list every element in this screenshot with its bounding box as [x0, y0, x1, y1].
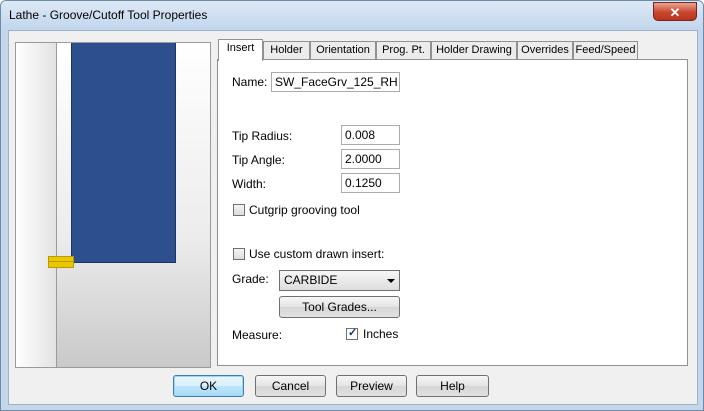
tab-label: Insert	[226, 42, 255, 54]
tip-radius-label: Tip Radius:	[232, 129, 293, 143]
cutgrip-checkbox[interactable]	[233, 204, 245, 216]
dialog-client-area: Insert Holder Orientation Prog. Pt. Hold…	[8, 30, 698, 405]
tab-prog-pt[interactable]: Prog. Pt.	[376, 41, 431, 59]
title-bar[interactable]: Lathe - Groove/Cutoff Tool Properties ✕	[1, 1, 703, 29]
cancel-button[interactable]: Cancel	[255, 375, 326, 397]
inches-label: Inches	[363, 327, 399, 341]
tab-label: Overrides	[521, 44, 569, 56]
tab-label: Holder	[270, 44, 303, 56]
tab-label: Orientation	[316, 44, 370, 56]
tip-angle-field[interactable]: 2.0000	[341, 149, 400, 169]
width-field[interactable]: 0.1250	[341, 173, 400, 193]
close-button[interactable]: ✕	[653, 2, 697, 21]
custom-insert-label: Use custom drawn insert:	[249, 247, 385, 261]
chevron-down-icon	[387, 279, 395, 283]
close-icon: ✕	[669, 5, 681, 20]
grade-label: Grade:	[232, 272, 269, 286]
grade-value: CARBIDE	[284, 273, 338, 287]
name-field[interactable]: SW_FaceGrv_125_RH	[271, 72, 400, 92]
tool-preview-pane	[15, 42, 211, 368]
help-button[interactable]: Help	[416, 375, 489, 397]
window-title: Lathe - Groove/Cutoff Tool Properties	[9, 8, 208, 22]
tool-holder-graphic	[71, 43, 176, 263]
custom-insert-checkbox[interactable]	[233, 248, 245, 260]
tab-label: Feed/Speed	[575, 44, 636, 56]
insert-tip-graphic	[48, 256, 74, 268]
tab-feed-speed[interactable]: Feed/Speed	[573, 41, 638, 59]
inches-checkbox[interactable]	[346, 326, 358, 340]
measure-label: Measure:	[232, 328, 283, 342]
preview-button[interactable]: Preview	[336, 375, 407, 397]
tab-holder-drawing[interactable]: Holder Drawing	[431, 41, 517, 59]
preview-stock-strip	[16, 43, 57, 367]
dialog-window: Lathe - Groove/Cutoff Tool Properties ✕ …	[0, 0, 704, 411]
insert-tab-panel: Name: SW_FaceGrv_125_RH Tip Radius: 0.00…	[217, 59, 688, 366]
name-label: Name:	[232, 75, 268, 89]
tab-orientation[interactable]: Orientation	[310, 41, 376, 59]
tip-radius-field[interactable]: 0.008	[341, 125, 400, 145]
grade-dropdown[interactable]: CARBIDE	[279, 270, 400, 291]
width-label: Width:	[232, 177, 267, 191]
tab-label: Holder Drawing	[436, 44, 512, 56]
tab-label: Prog. Pt.	[382, 44, 425, 56]
cutgrip-label: Cutgrip grooving tool	[249, 203, 360, 217]
tab-insert[interactable]: Insert	[218, 39, 263, 61]
tool-grades-button[interactable]: Tool Grades...	[279, 296, 400, 318]
tip-angle-label: Tip Angle:	[232, 153, 285, 167]
ok-button[interactable]: OK	[173, 375, 244, 397]
tab-overrides[interactable]: Overrides	[517, 41, 573, 59]
tab-holder[interactable]: Holder	[263, 41, 310, 59]
